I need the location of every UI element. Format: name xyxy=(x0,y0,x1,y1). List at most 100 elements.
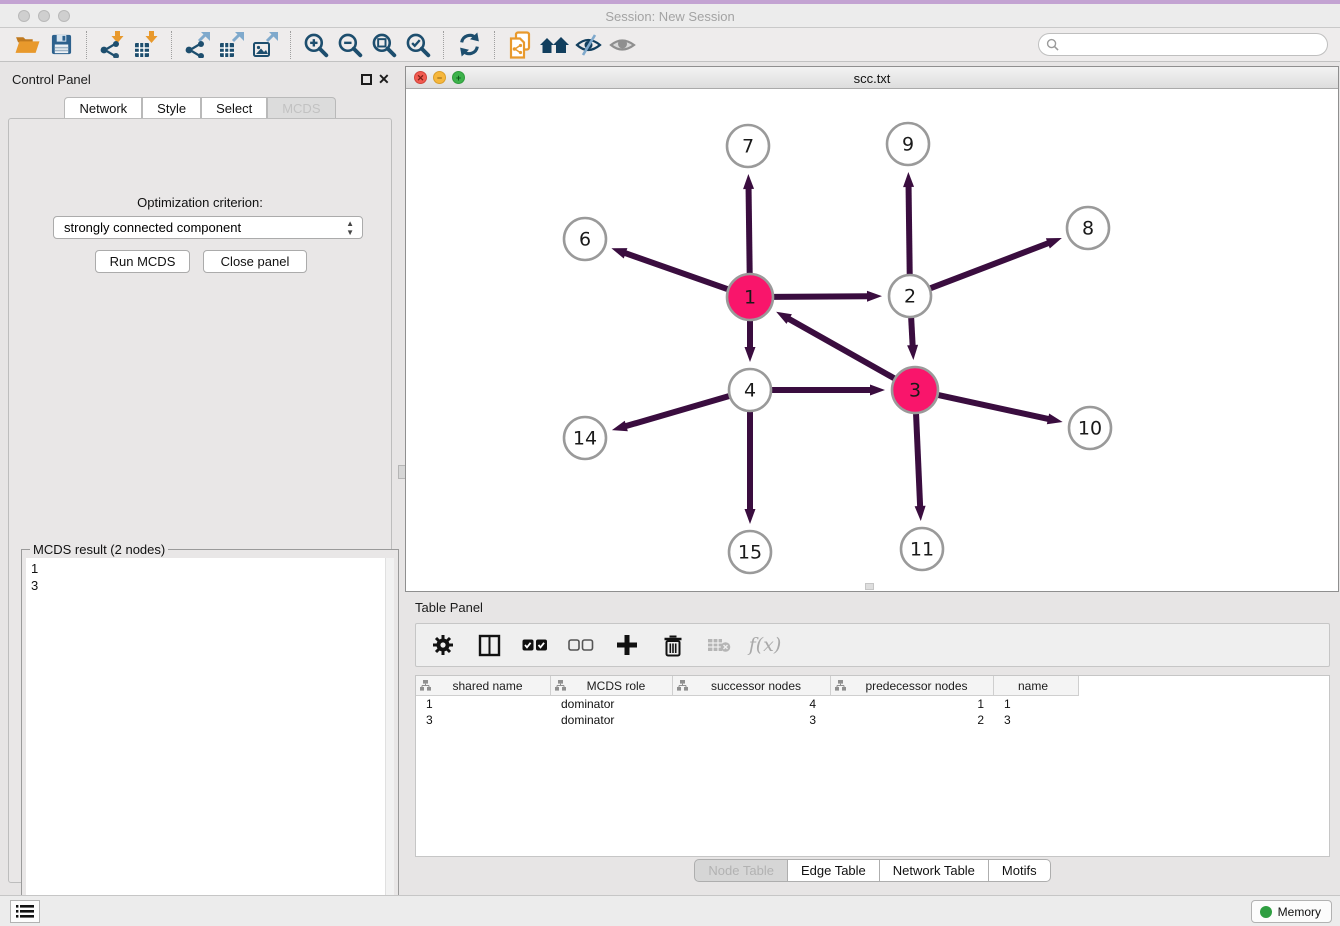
graph-node-label: 3 xyxy=(909,380,921,402)
search-input[interactable] xyxy=(1059,36,1327,54)
status-bar: Memory xyxy=(0,895,1340,926)
close-panel-icon[interactable]: ✕ xyxy=(378,71,390,87)
toolbar-separator xyxy=(494,31,495,59)
table-row[interactable]: 1 dominator 4 1 1 xyxy=(416,696,1329,712)
table-panel-tabs: Node Table Edge Table Network Table Moti… xyxy=(405,859,1340,882)
open-file-icon[interactable] xyxy=(10,30,44,60)
show-graphics-icon[interactable] xyxy=(605,30,639,60)
tab-network-table[interactable]: Network Table xyxy=(880,859,989,882)
table-row[interactable]: 3 dominator 3 2 3 xyxy=(416,712,1329,728)
table-toolbar: f(x) xyxy=(415,623,1330,667)
toolbar-separator xyxy=(171,31,172,59)
import-table-icon[interactable] xyxy=(129,30,163,60)
table-settings-gear-icon[interactable] xyxy=(430,632,456,658)
zoom-selected-icon[interactable] xyxy=(401,30,435,60)
export-image-icon[interactable] xyxy=(248,30,282,60)
node-table: shared name MCDS role successor nodes pr… xyxy=(415,675,1330,857)
graph-edge-arrowhead xyxy=(745,347,756,362)
network-graph-canvas[interactable]: 7968124314101511 xyxy=(406,89,1338,591)
graph-node-label: 6 xyxy=(579,229,591,251)
deselect-all-columns-icon[interactable] xyxy=(568,632,594,658)
tab-motifs[interactable]: Motifs xyxy=(989,859,1051,882)
close-panel-button[interactable]: Close panel xyxy=(203,250,307,273)
delete-column-trash-icon[interactable] xyxy=(660,632,686,658)
zoom-in-icon[interactable] xyxy=(299,30,333,60)
create-column-plus-icon[interactable] xyxy=(614,632,640,658)
optimization-criterion-select[interactable]: strongly connected component ▲▼ xyxy=(53,216,363,239)
network-view-window: ✕ − + scc.txt 7968124314101511 xyxy=(405,66,1339,592)
column-header-mcds-role[interactable]: MCDS role xyxy=(551,676,673,695)
mcds-result-text[interactable]: 1 3 xyxy=(26,558,394,924)
graph-edge-3-11[interactable] xyxy=(916,414,920,508)
graph-node-label: 7 xyxy=(742,136,754,158)
graph-edge-arrowhead xyxy=(1047,414,1063,425)
graph-edge-4-14[interactable] xyxy=(624,396,729,426)
export-network-icon[interactable] xyxy=(180,30,214,60)
tab-edge-table[interactable]: Edge Table xyxy=(788,859,880,882)
cell-name: 1 xyxy=(994,697,1079,711)
graph-edge-2-9[interactable] xyxy=(909,185,910,274)
graph-edge-arrowhead xyxy=(743,174,754,189)
search-field[interactable] xyxy=(1038,33,1328,56)
cell-shared-name: 1 xyxy=(416,697,551,711)
run-mcds-button[interactable]: Run MCDS xyxy=(95,250,190,273)
cell-predecessor-nodes: 1 xyxy=(831,697,994,711)
graph-edge-arrowhead xyxy=(870,385,885,396)
table-panel-title: Table Panel xyxy=(415,600,483,615)
tab-mcds[interactable]: MCDS xyxy=(267,97,335,119)
graph-edge-1-2[interactable] xyxy=(774,296,869,297)
toolbar-separator xyxy=(290,31,291,59)
control-panel-title: Control Panel xyxy=(12,72,91,87)
app-manager-icon[interactable] xyxy=(503,30,537,60)
show-columns-icon[interactable] xyxy=(476,632,502,658)
import-network-icon[interactable] xyxy=(95,30,129,60)
column-header-predecessor-nodes[interactable]: predecessor nodes xyxy=(831,676,994,695)
zoom-out-icon[interactable] xyxy=(333,30,367,60)
node-table-header: shared name MCDS role successor nodes pr… xyxy=(416,676,1079,696)
cell-successor-nodes: 3 xyxy=(673,713,831,727)
zoom-fit-icon[interactable] xyxy=(367,30,401,60)
float-panel-icon[interactable] xyxy=(361,74,372,85)
graph-edge-arrowhead xyxy=(1046,238,1062,248)
save-session-icon[interactable] xyxy=(44,30,78,60)
mcds-result-line: 1 xyxy=(31,560,389,577)
hide-graphics-icon[interactable] xyxy=(571,30,605,60)
network-window-titlebar[interactable]: ✕ − + scc.txt xyxy=(406,67,1338,89)
memory-button[interactable]: Memory xyxy=(1251,900,1332,923)
mcds-result-box: MCDS result (2 nodes) 1 3 xyxy=(21,549,399,926)
window-title: Session: New Session xyxy=(0,9,1340,24)
delete-table-icon-disabled xyxy=(706,632,732,658)
tab-style[interactable]: Style xyxy=(142,97,201,119)
graph-edge-2-8[interactable] xyxy=(931,243,1050,289)
control-panel: Control Panel ✕ Network Style Select MCD… xyxy=(0,62,400,895)
horizontal-splitter-grip[interactable] xyxy=(865,583,874,590)
main-toolbar xyxy=(0,28,1340,62)
graph-edge-arrowhead xyxy=(611,248,627,258)
graph-edge-arrowhead xyxy=(915,506,926,521)
graph-edge-2-3[interactable] xyxy=(911,318,913,347)
tab-node-table[interactable]: Node Table xyxy=(694,859,788,882)
column-header-successor-nodes[interactable]: successor nodes xyxy=(673,676,831,695)
export-table-icon[interactable] xyxy=(214,30,248,60)
toolbar-separator xyxy=(86,31,87,59)
task-history-button[interactable] xyxy=(10,900,40,923)
graph-edge-3-10[interactable] xyxy=(938,395,1049,419)
network-overview-icon[interactable] xyxy=(537,30,571,60)
cell-name: 3 xyxy=(994,713,1079,727)
tab-select[interactable]: Select xyxy=(201,97,267,119)
result-scrollbar[interactable] xyxy=(385,558,394,924)
graph-node-label: 1 xyxy=(744,287,756,309)
column-header-name[interactable]: name xyxy=(994,676,1079,695)
column-header-shared-name[interactable]: shared name xyxy=(416,676,551,695)
search-icon xyxy=(1046,38,1059,51)
graph-edge-3-1[interactable] xyxy=(787,318,894,378)
graph-edge-1-7[interactable] xyxy=(749,187,750,273)
optimization-criterion-value: strongly connected component xyxy=(64,220,241,235)
tab-network[interactable]: Network xyxy=(64,97,142,119)
refresh-icon[interactable] xyxy=(452,30,486,60)
cell-shared-name: 3 xyxy=(416,713,551,727)
select-all-columns-icon[interactable] xyxy=(522,632,548,658)
control-panel-tabs: Network Style Select MCDS xyxy=(0,97,400,119)
graph-node-label: 11 xyxy=(910,539,934,561)
graph-edge-1-6[interactable] xyxy=(624,253,728,289)
